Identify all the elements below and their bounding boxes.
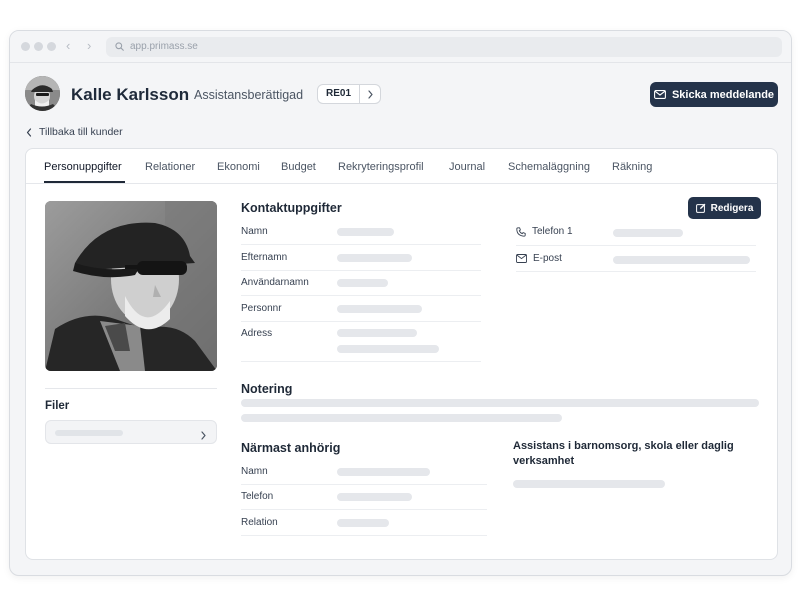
- window-close-dot[interactable]: [21, 42, 30, 51]
- mail-icon: [653, 90, 666, 99]
- edit-icon: [695, 203, 705, 213]
- row-divider: [241, 484, 487, 485]
- send-message-button[interactable]: Skicka meddelande: [650, 82, 778, 107]
- row-divider: [241, 295, 481, 296]
- browser-toolbar: ‹ › app.primass.se: [10, 31, 791, 63]
- row-divider: [516, 245, 756, 246]
- field-label-e-post: E-post: [516, 252, 562, 265]
- customer-role: Assistansberättigad: [194, 88, 304, 102]
- address-bar[interactable]: app.primass.se: [106, 37, 782, 57]
- kin-value-namn: [337, 468, 430, 476]
- telefon-1-label: Telefon 1: [532, 226, 573, 237]
- kin-label-telefon: Telefon: [241, 491, 274, 502]
- tab-bar: Personuppgifter Relationer Ekonomi Budge…: [26, 149, 777, 184]
- file-name-placeholder: [55, 430, 123, 436]
- tab-rakning[interactable]: Räkning: [612, 160, 652, 174]
- chevron-left-icon: [26, 127, 32, 137]
- notes-line-2: [241, 414, 562, 422]
- url-text: app.primass.se: [130, 41, 198, 52]
- kin-label-relation: Relation: [241, 517, 278, 528]
- next-of-kin-title: Närmast anhörig: [241, 441, 341, 455]
- assistance-title: Assistans i barnomsorg, skola eller dagl…: [513, 440, 734, 467]
- assistance-value: [513, 480, 665, 488]
- phone-icon: [516, 226, 526, 237]
- active-tab-indicator: [44, 181, 125, 183]
- row-divider: [241, 321, 481, 322]
- row-divider: [241, 270, 481, 271]
- tab-budget[interactable]: Budget: [281, 160, 316, 174]
- tab-journal[interactable]: Journal: [449, 160, 485, 174]
- row-divider: [241, 509, 487, 510]
- back-arrow-icon[interactable]: ‹: [66, 38, 70, 54]
- field-label-telefon-1: Telefon 1: [516, 225, 573, 238]
- browser-window: ‹ › app.primass.se Kalle Karlsson Assist…: [9, 30, 792, 576]
- row-divider: [241, 535, 487, 536]
- window-minimize-dot[interactable]: [34, 42, 43, 51]
- field-value-telefon-1: [613, 229, 683, 237]
- field-value-namn: [337, 228, 394, 236]
- edit-button[interactable]: Redigera: [688, 197, 761, 219]
- edit-button-label: Redigera: [710, 202, 754, 214]
- customer-code-pill[interactable]: RE01: [317, 84, 382, 104]
- field-label-efternamn: Efternamn: [241, 252, 288, 263]
- tab-personuppgifter[interactable]: Personuppgifter: [44, 160, 122, 174]
- mail-icon: [516, 254, 527, 263]
- divider: [45, 388, 217, 389]
- e-post-label: E-post: [533, 253, 562, 264]
- avatar: [25, 76, 60, 111]
- notes-line-1: [241, 399, 759, 407]
- back-to-customers-link[interactable]: Tillbaka till kunder: [26, 125, 123, 139]
- send-message-label: Skicka meddelande: [671, 88, 775, 101]
- customer-photo: [45, 201, 217, 371]
- search-icon: [115, 42, 124, 51]
- field-value-e-post: [613, 256, 750, 264]
- field-label-adress: Adress: [241, 328, 273, 339]
- customer-name: Kalle Karlsson: [71, 85, 190, 104]
- field-label-namn: Namn: [241, 226, 268, 237]
- contact-title: Kontaktuppgifter: [241, 201, 342, 215]
- customer-card: Personuppgifter Relationer Ekonomi Budge…: [25, 148, 778, 560]
- back-link-label: Tillbaka till kunder: [39, 126, 123, 138]
- field-label-personnr: Personnr: [241, 303, 282, 314]
- tab-ekonomi[interactable]: Ekonomi: [217, 160, 260, 174]
- kin-value-telefon: [337, 493, 412, 501]
- row-divider: [241, 361, 481, 362]
- files-title: Filer: [45, 400, 70, 412]
- kin-label-namn: Namn: [241, 466, 268, 477]
- field-value-adress-line2: [337, 345, 439, 353]
- tab-schemalaggning[interactable]: Schemaläggning: [508, 160, 590, 174]
- row-divider: [516, 271, 756, 272]
- forward-arrow-icon[interactable]: ›: [87, 38, 91, 54]
- kin-value-relation: [337, 519, 389, 527]
- field-label-anvandarnamn: Användarnamn: [241, 277, 309, 288]
- row-divider: [241, 244, 481, 245]
- customer-code: RE01: [318, 85, 361, 103]
- field-value-anvandarnamn: [337, 279, 388, 287]
- window-maximize-dot[interactable]: [47, 42, 56, 51]
- notes-title: Notering: [241, 382, 293, 396]
- chevron-right-icon: [200, 427, 207, 445]
- file-list-item[interactable]: [45, 420, 217, 444]
- field-value-efternamn: [337, 254, 412, 262]
- tab-rekryteringsprofil[interactable]: Rekryteringsprofil: [338, 160, 424, 174]
- field-value-personnr: [337, 305, 422, 313]
- field-value-adress-line1: [337, 329, 417, 337]
- tab-relationer[interactable]: Relationer: [145, 160, 195, 174]
- chevron-right-icon[interactable]: [360, 85, 380, 103]
